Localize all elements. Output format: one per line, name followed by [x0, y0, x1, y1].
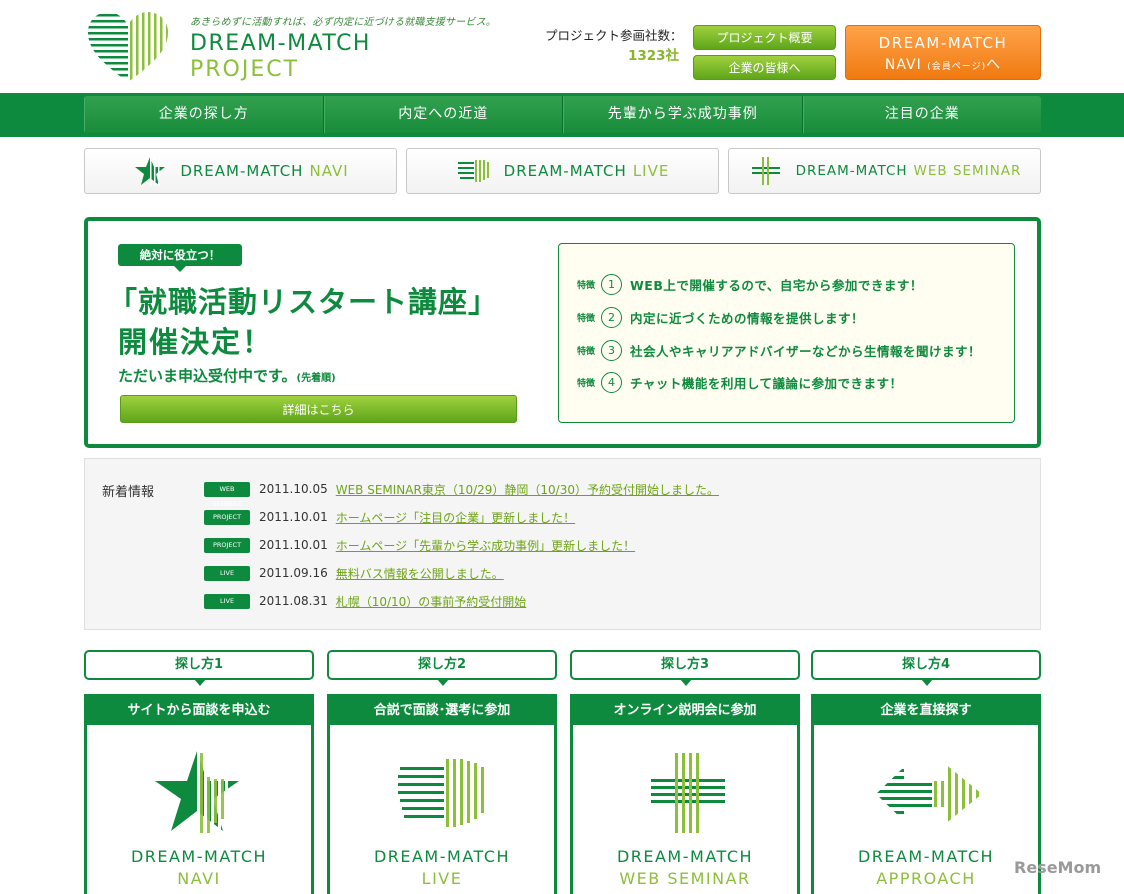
- feature-list: 特徴 1 WEB上で開催するので、自宅から参加できます！ 特徴 2 内定に近づく…: [558, 243, 1015, 423]
- heart-logo-icon[interactable]: [88, 12, 168, 84]
- news-item: PROJECT 2011.10.01 ホームページ「注目の企業」更新しました！: [204, 508, 575, 526]
- step-brand-main: DREAM-MATCH: [373, 847, 511, 866]
- service-navi-label-main: DREAM-MATCH: [180, 162, 304, 180]
- star-icon: [135, 156, 166, 186]
- step-brand-sub: NAVI: [177, 869, 221, 888]
- news-date: 2011.10.01: [259, 510, 328, 524]
- news-heading: 新着情報: [102, 485, 155, 500]
- logo-text-project[interactable]: PROJECT: [190, 57, 299, 82]
- news-item: LIVE 2011.09.16 無料バス情報を公開しました。: [204, 564, 504, 582]
- plus-icon: [751, 157, 780, 185]
- service-web-seminar-label-main: DREAM-MATCH: [795, 163, 908, 179]
- feature-number: 2: [601, 307, 622, 328]
- site-tagline: あきらめずに活動すれば、必ず内定に近づける就職支援サービス。: [190, 17, 496, 28]
- live-tag-icon: LIVE: [204, 565, 250, 581]
- nav-tab-how-to-find[interactable]: 企業の探し方: [84, 96, 324, 133]
- step-card-heading: 合説で面談･選考に参加: [330, 697, 554, 725]
- news-item: PROJECT 2011.10.01 ホームページ「先輩から学ぶ成功事例」更新し…: [204, 536, 635, 554]
- step-brand-main: DREAM-MATCH: [130, 847, 268, 866]
- step-brand-sub: WEB SEMINAR: [619, 869, 751, 888]
- service-navi-label-sub: NAVI: [309, 162, 349, 180]
- heart-icon: [398, 759, 484, 827]
- service-live-label-main: DREAM-MATCH: [503, 162, 627, 180]
- main-navigation: 企業の探し方 内定への近道 先輩から学ぶ成功事例 注目の企業: [0, 93, 1124, 137]
- step-card-navi[interactable]: サイトから面談を申込む DREAM-MATCH NAVI: [84, 694, 314, 894]
- hero-title: 「就職活動リスタート講座」: [108, 285, 499, 319]
- step-brand-main: DREAM-MATCH: [616, 847, 754, 866]
- service-button-live[interactable]: DREAM-MATCH LIVE: [406, 148, 719, 194]
- step-column-approach: 探し方4 企業を直接探す DREAM-MATCH APPROACH: [811, 650, 1041, 894]
- navi-button-line2: NAVI (会員ページ)へ: [884, 57, 1002, 73]
- step-card-web-seminar[interactable]: オンライン説明会に参加 DREAM-MATCH WEB SEMINAR: [570, 694, 800, 894]
- resemom-watermark: ReseMom: [1014, 858, 1102, 877]
- feature-item: 特徴 1 WEB上で開催するので、自宅から参加できます！: [577, 274, 923, 295]
- hero-details-button[interactable]: 詳細はこちら: [120, 395, 517, 423]
- step-card-heading: サイトから面談を申込む: [87, 697, 311, 725]
- step-column-web-seminar: 探し方3 オンライン説明会に参加 DREAM-MATCH WEB SEMINAR: [570, 650, 800, 894]
- arrow-right-icon: [876, 763, 979, 825]
- step-label: 探し方4: [811, 650, 1041, 686]
- step-card-heading: オンライン説明会に参加: [573, 697, 797, 725]
- feature-number: 1: [601, 274, 622, 295]
- feature-item: 特徴 2 内定に近づくための情報を提供します！: [577, 307, 864, 328]
- participating-companies-count: 1323社: [628, 48, 680, 64]
- logo-text-dream-match[interactable]: DREAM-MATCH: [190, 31, 371, 56]
- step-column-live: 探し方2 合説で面談･選考に参加 DREAM-MATCH LIVE: [327, 650, 557, 894]
- step-label: 探し方2: [327, 650, 557, 686]
- project-tag-icon: PROJECT: [204, 509, 250, 525]
- plus-icon: [651, 753, 725, 833]
- news-link[interactable]: ホームページ「先輩から学ぶ成功事例」更新しました！: [336, 537, 635, 554]
- step-card-heading: 企業を直接探す: [814, 697, 1038, 725]
- service-button-navi[interactable]: DREAM-MATCH NAVI: [84, 148, 397, 194]
- feature-number: 3: [601, 340, 622, 361]
- service-button-web-seminar[interactable]: DREAM-MATCH WEB SEMINAR: [728, 148, 1041, 194]
- news-link[interactable]: WEB SEMINAR東京（10/29）静岡（10/30）予約受付開始しました。: [336, 481, 719, 498]
- news-date: 2011.10.01: [259, 538, 328, 552]
- news-date: 2011.10.05: [259, 482, 328, 496]
- news-link[interactable]: 札幌（10/10）の事前予約受付開始: [336, 593, 527, 610]
- live-tag-icon: LIVE: [204, 593, 250, 609]
- step-brand-sub: LIVE: [421, 869, 463, 888]
- news-link[interactable]: 無料バス情報を公開しました。: [336, 565, 504, 582]
- feature-item: 特徴 4 チャット機能を利用して議論に参加できます！: [577, 372, 903, 393]
- service-web-seminar-label-sub: WEB SEMINAR: [913, 163, 1022, 179]
- for-companies-button[interactable]: 企業の皆様へ: [693, 55, 836, 80]
- nav-tab-success-stories[interactable]: 先輩から学ぶ成功事例: [563, 96, 803, 133]
- web-seminar-tag-icon: WEB SEMINAR: [204, 481, 250, 508]
- nav-tab-shortcut[interactable]: 内定への近道: [323, 96, 563, 133]
- hero-title-second-line: 開催決定！: [118, 325, 274, 359]
- restart-course-banner: 絶対に役立つ！ 「就職活動リスタート講座」 開催決定！ ただいま申込受付中です。…: [84, 217, 1041, 448]
- step-card-approach[interactable]: 企業を直接探す DREAM-MATCH APPROACH: [811, 694, 1041, 894]
- news-link[interactable]: ホームページ「注目の企業」更新しました！: [336, 509, 575, 526]
- hero-subtitle: ただいま申込受付中です。(先着順): [118, 367, 336, 385]
- project-tag-icon: PROJECT: [204, 537, 250, 553]
- news-date: 2011.09.16: [259, 566, 328, 580]
- nav-tab-featured-companies[interactable]: 注目の企業: [802, 96, 1041, 133]
- navi-member-page-button[interactable]: DREAM-MATCH NAVI (会員ページ)へ: [845, 25, 1041, 80]
- step-brand-sub: APPROACH: [876, 869, 976, 888]
- star-icon: [155, 749, 239, 839]
- news-item: LIVE 2011.08.31 札幌（10/10）の事前予約受付開始: [204, 592, 526, 610]
- news-item: WEB SEMINAR 2011.10.05 WEB SEMINAR東京（10/…: [204, 480, 719, 508]
- service-live-label-sub: LIVE: [632, 162, 670, 180]
- step-column-navi: 探し方1 サイトから面談を申込む DREAM-MATCH NAVI: [84, 650, 314, 894]
- navi-button-line1: DREAM-MATCH: [878, 34, 1008, 52]
- feature-item: 特徴 3 社会人やキャリアアドバイザーなどから生情報を聞けます！: [577, 340, 981, 361]
- heart-icon: [457, 160, 489, 182]
- news-section: 新着情報 WEB SEMINAR 2011.10.05 WEB SEMINAR東…: [84, 458, 1041, 630]
- project-overview-button[interactable]: プロジェクト概要: [693, 25, 836, 50]
- step-label: 探し方1: [84, 650, 314, 686]
- step-brand-main: DREAM-MATCH: [857, 847, 995, 866]
- site-header: あきらめずに活動すれば、必ず内定に近づける就職支援サービス。 DREAM-MAT…: [0, 0, 1124, 93]
- step-card-live[interactable]: 合説で面談･選考に参加 DREAM-MATCH LIVE: [327, 694, 557, 894]
- step-label: 探し方3: [570, 650, 800, 686]
- feature-number: 4: [601, 372, 622, 393]
- hero-badge: 絶対に役立つ！: [118, 244, 242, 272]
- participating-companies-label: プロジェクト参画社数：: [545, 28, 683, 43]
- news-date: 2011.08.31: [259, 594, 328, 608]
